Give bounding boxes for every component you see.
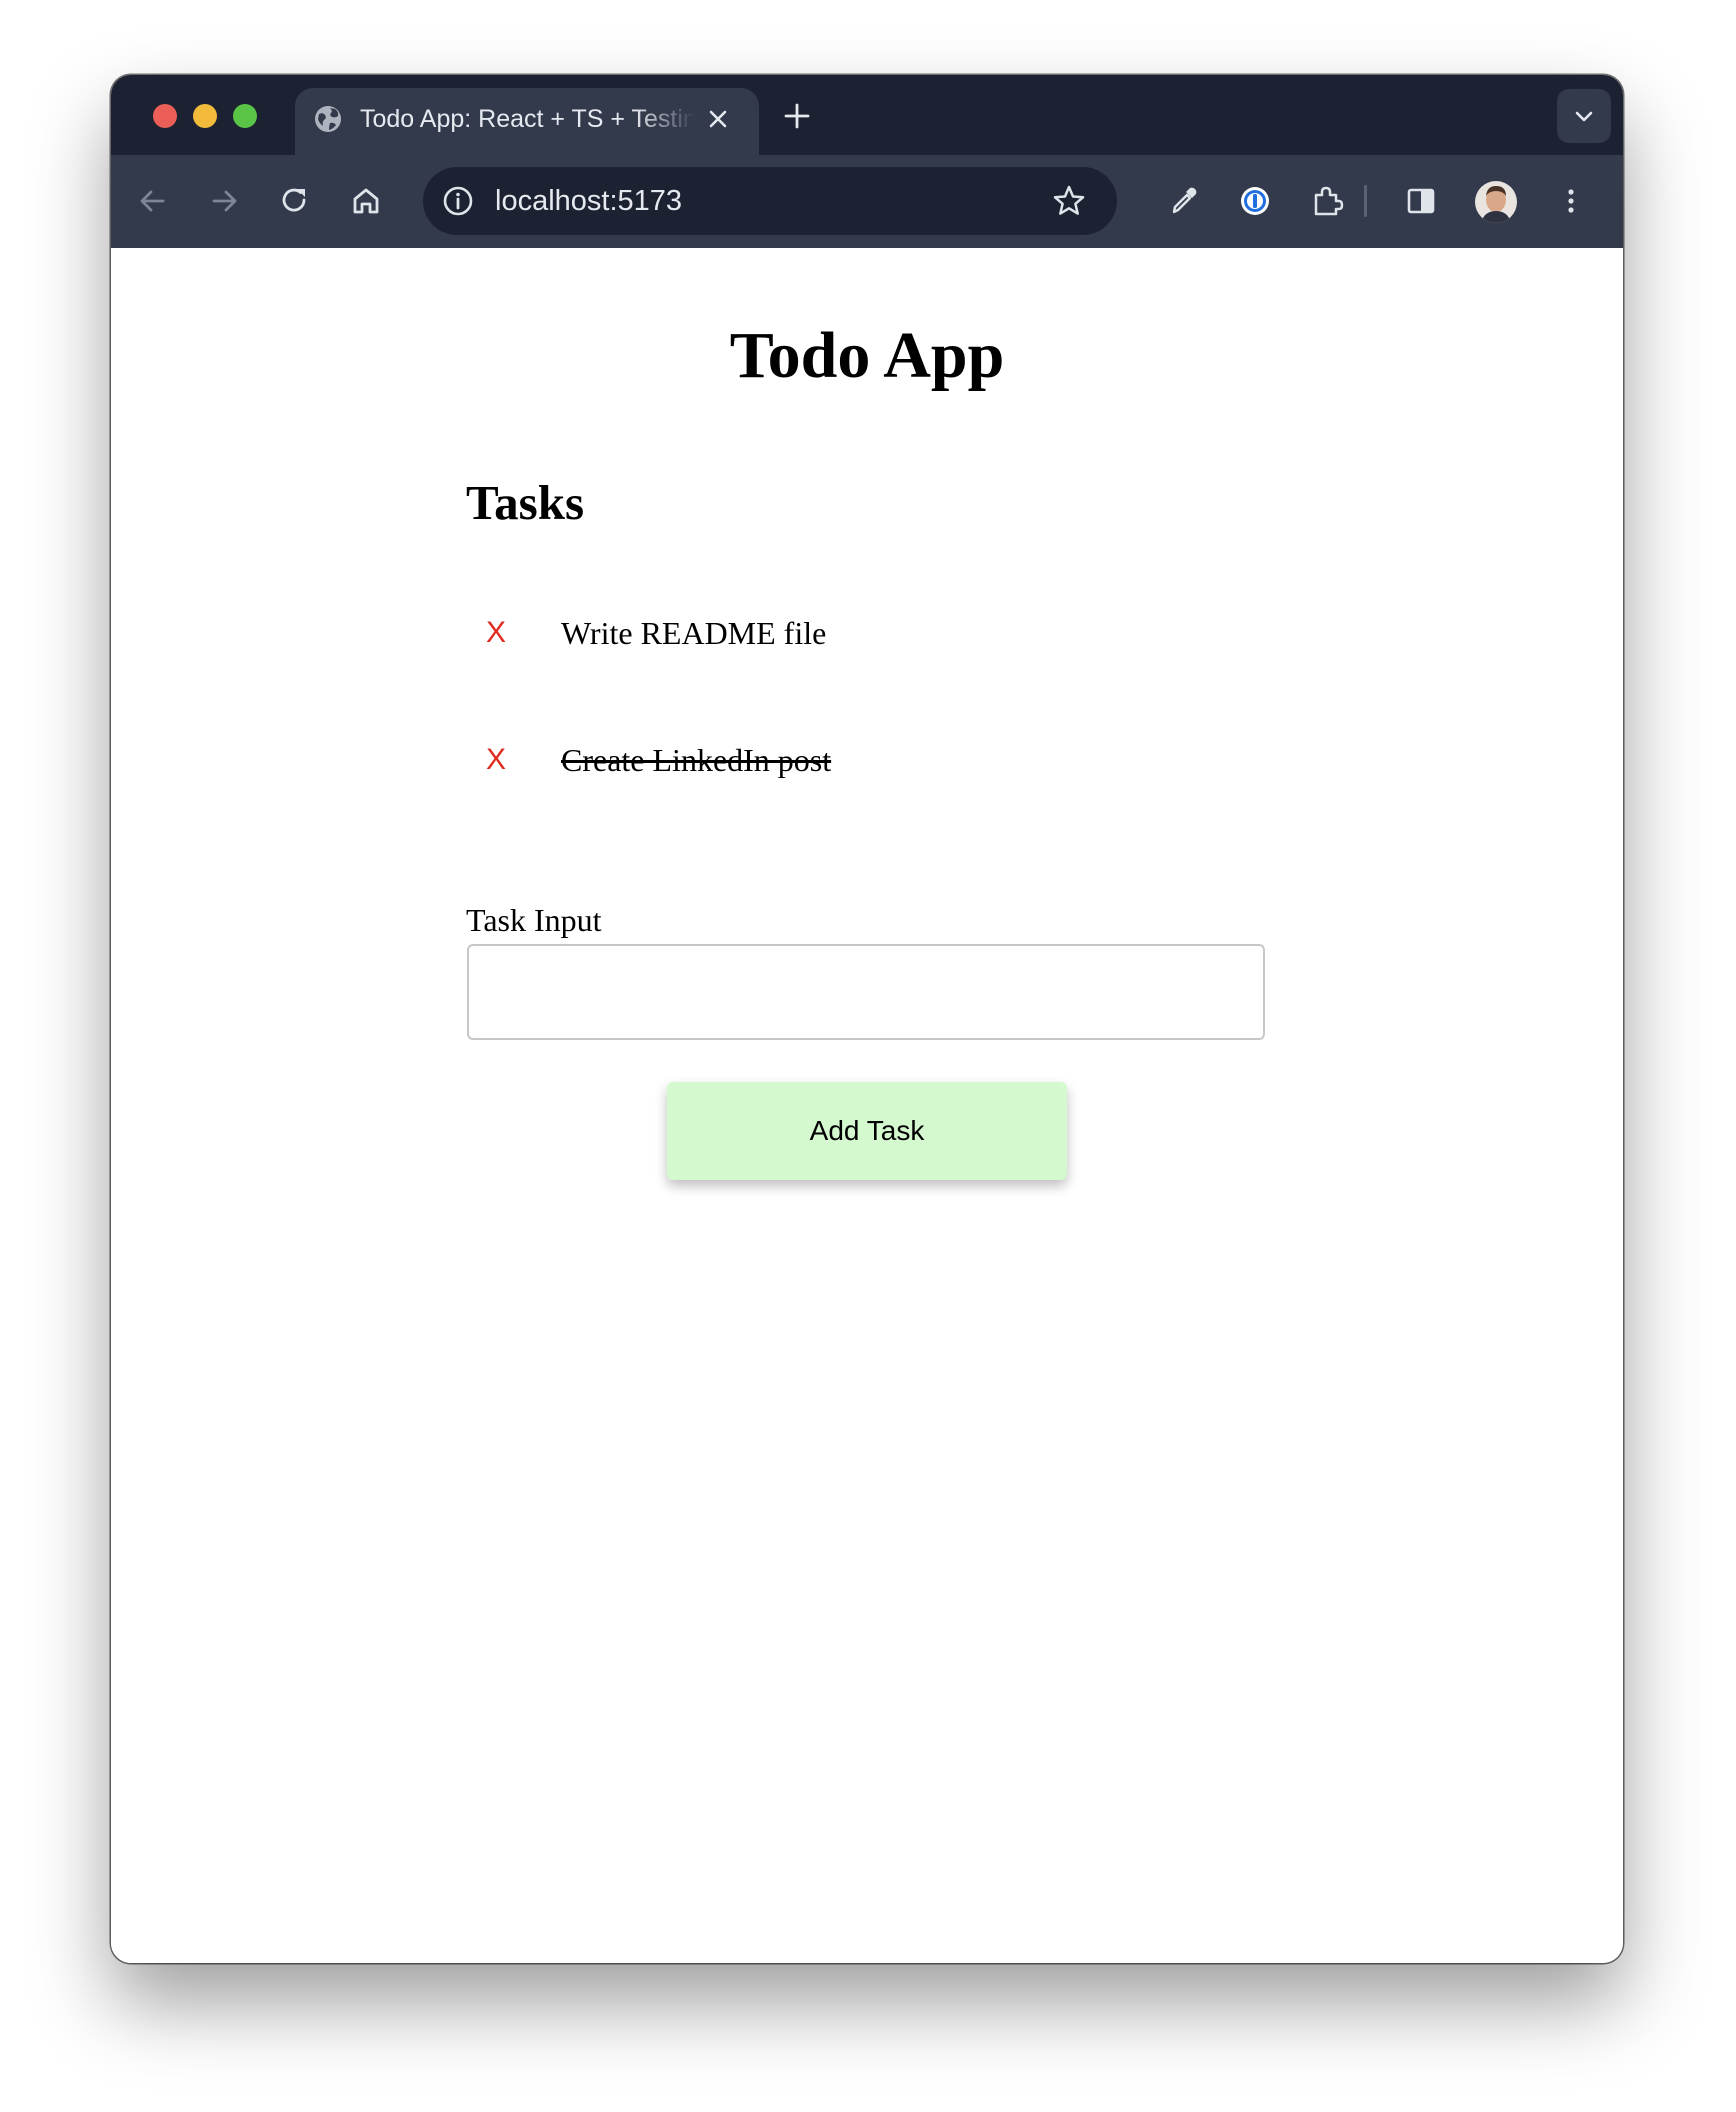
task-text[interactable]: Create LinkedIn post xyxy=(561,740,831,780)
delete-task-button[interactable]: X xyxy=(476,611,516,655)
tab-strip: Todo App: React + TS + Testing xyxy=(111,75,1623,155)
browser-window: Todo App: React + TS + Testing localhost… xyxy=(111,75,1623,1963)
window-close-button[interactable] xyxy=(153,104,177,128)
task-text[interactable]: Write README file xyxy=(561,613,826,653)
globe-icon xyxy=(315,106,341,132)
page-content: Todo App Tasks X Write README file X Cre… xyxy=(111,248,1623,1963)
task-input[interactable] xyxy=(467,944,1265,1040)
window-minimize-button[interactable] xyxy=(193,104,217,128)
browser-tab[interactable]: Todo App: React + TS + Testing xyxy=(295,88,759,155)
eyedropper-extension-icon[interactable] xyxy=(1165,183,1201,219)
more-menu-icon[interactable] xyxy=(1553,183,1589,219)
window-maximize-button[interactable] xyxy=(233,104,257,128)
url-text: localhost:5173 xyxy=(495,185,683,217)
home-icon[interactable] xyxy=(348,183,384,219)
side-panel-icon[interactable] xyxy=(1403,183,1439,219)
forward-arrow-icon[interactable] xyxy=(206,183,242,219)
task-input-label: Task Input xyxy=(466,902,602,938)
profile-avatar-image xyxy=(1475,181,1517,223)
close-tab-icon[interactable] xyxy=(705,106,731,132)
address-bar[interactable]: localhost:5173 xyxy=(423,167,1117,235)
password-manager-icon[interactable] xyxy=(1237,183,1273,219)
extensions-puzzle-icon[interactable] xyxy=(1309,183,1345,219)
tab-title: Todo App: React + TS + Testing xyxy=(360,105,695,133)
page-title: Todo App xyxy=(729,319,1005,392)
new-tab-icon[interactable] xyxy=(783,102,811,130)
bookmark-star-icon[interactable] xyxy=(1051,183,1087,219)
back-arrow-icon[interactable] xyxy=(135,183,171,219)
chevron-down-icon xyxy=(1575,111,1593,122)
browser-toolbar: localhost:5173 xyxy=(111,155,1623,248)
profile-avatar[interactable] xyxy=(1475,181,1517,223)
tasks-heading: Tasks xyxy=(466,475,585,530)
reload-icon[interactable] xyxy=(277,183,313,219)
site-info-icon[interactable] xyxy=(441,184,475,218)
toolbar-divider xyxy=(1364,185,1367,217)
delete-task-button[interactable]: X xyxy=(476,738,516,782)
tab-search-button[interactable] xyxy=(1557,89,1611,143)
add-task-button[interactable]: Add Task xyxy=(667,1082,1067,1180)
